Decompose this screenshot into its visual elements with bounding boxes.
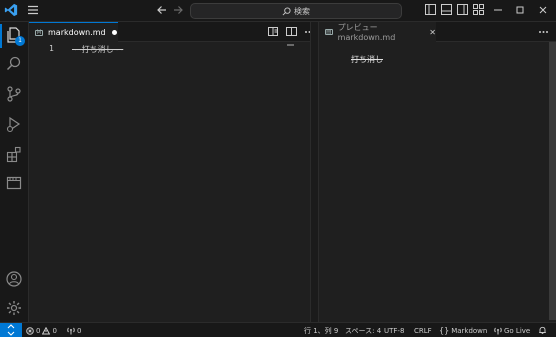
warning-count: 0 (52, 326, 57, 335)
ports-indicator[interactable]: 0 (67, 325, 81, 336)
run-and-debug-icon[interactable] (5, 115, 23, 133)
problems-indicator[interactable]: 0 0 (26, 325, 57, 336)
cursor-position[interactable]: 行 1、列 9 (304, 325, 338, 336)
tab-preview[interactable]: ▤ プレビュー markdown.md ✕ (319, 22, 436, 42)
minimize-icon[interactable] (492, 4, 504, 16)
line-number: 1 (49, 44, 54, 53)
encoding[interactable]: UTF-8 (384, 325, 404, 336)
close-window-icon[interactable] (537, 4, 549, 16)
line-ending-label: CRLF (414, 326, 432, 335)
broadcast-icon (494, 327, 502, 334)
back-arrow-icon[interactable] (155, 3, 169, 17)
encoding-label: UTF-8 (384, 326, 405, 335)
warning-icon (42, 326, 51, 334)
menu-icon[interactable] (27, 4, 39, 16)
language-mode[interactable]: {} Markdown (439, 325, 487, 336)
markdown-preview: 打ち消し (319, 42, 556, 322)
cursor-position-label: 行 1、列 9 (304, 326, 339, 335)
search-icon (282, 6, 291, 15)
broadcast-icon (67, 327, 75, 334)
language-label: Markdown (451, 326, 488, 335)
active-indicator (0, 24, 2, 48)
command-center-search[interactable]: 検索 (190, 3, 402, 19)
remote-indicator[interactable] (0, 323, 22, 337)
more-actions-icon[interactable] (538, 26, 549, 37)
preview-strikethrough-text: 打ち消し (351, 55, 383, 64)
account-icon[interactable] (5, 270, 23, 288)
line-ending[interactable]: CRLF (414, 325, 432, 336)
remote-icon (7, 324, 15, 336)
settings-gear-icon[interactable] (5, 299, 23, 317)
activity-bar: 1 (0, 22, 29, 322)
editor-actions-right (538, 26, 549, 38)
minimap-scrollbar[interactable] (287, 42, 297, 322)
go-live-button[interactable]: Go Live (494, 325, 530, 336)
customize-layout-icon[interactable] (473, 4, 484, 15)
tab-label: markdown.md (48, 28, 106, 37)
unsaved-dot-icon[interactable] (111, 30, 117, 35)
markdown-file-icon: M (35, 28, 43, 36)
toggle-panel-icon[interactable] (441, 4, 452, 15)
editor-tabs-left: M markdown.md (29, 22, 314, 42)
vscode-logo-icon (4, 3, 18, 17)
split-editor-icon[interactable] (286, 26, 297, 37)
forward-arrow-icon[interactable] (171, 3, 185, 17)
tab-label: プレビュー markdown.md (337, 23, 396, 42)
extensions-icon[interactable] (5, 145, 23, 163)
preview-scrollbar[interactable] (549, 42, 556, 320)
editor-split-sash[interactable] (310, 22, 319, 322)
open-preview-icon[interactable] (268, 26, 279, 37)
toggle-secondary-sidebar-icon[interactable] (457, 4, 468, 15)
maximize-icon[interactable] (514, 4, 526, 16)
code-line[interactable]: ~~打ち消し~~ (72, 44, 123, 55)
markdown-editor[interactable]: 1 ~~打ち消し~~ (29, 42, 310, 322)
close-tab-icon[interactable]: ✕ (429, 28, 436, 37)
bell-icon (539, 326, 546, 335)
braces-icon: {} (439, 326, 450, 335)
search-label: 検索 (294, 6, 310, 16)
go-live-label: Go Live (504, 326, 531, 335)
editor-tabs-right: ▤ プレビュー markdown.md ✕ (319, 22, 556, 42)
toggle-primary-sidebar-icon[interactable] (425, 4, 436, 15)
tab-markdown[interactable]: M markdown.md (29, 22, 118, 42)
source-control-icon[interactable] (5, 85, 23, 103)
status-bar: 0 0 0 行 1、列 9 スペース: 4 UTF-8 CRLF {} Mark… (0, 322, 556, 337)
title-bar: 検索 (0, 0, 556, 22)
notifications-button[interactable] (538, 325, 547, 336)
search-icon[interactable] (5, 55, 23, 73)
preview-icon: ▤ (325, 28, 333, 35)
editor-actions-left (268, 26, 315, 38)
indentation[interactable]: スペース: 4 (345, 325, 381, 336)
error-count: 0 (36, 326, 41, 335)
explorer-badge: 1 (15, 36, 25, 46)
remote-explorer-icon[interactable] (5, 174, 23, 192)
error-icon (26, 326, 34, 335)
indentation-label: スペース: 4 (345, 326, 382, 335)
ports-count: 0 (77, 326, 82, 335)
